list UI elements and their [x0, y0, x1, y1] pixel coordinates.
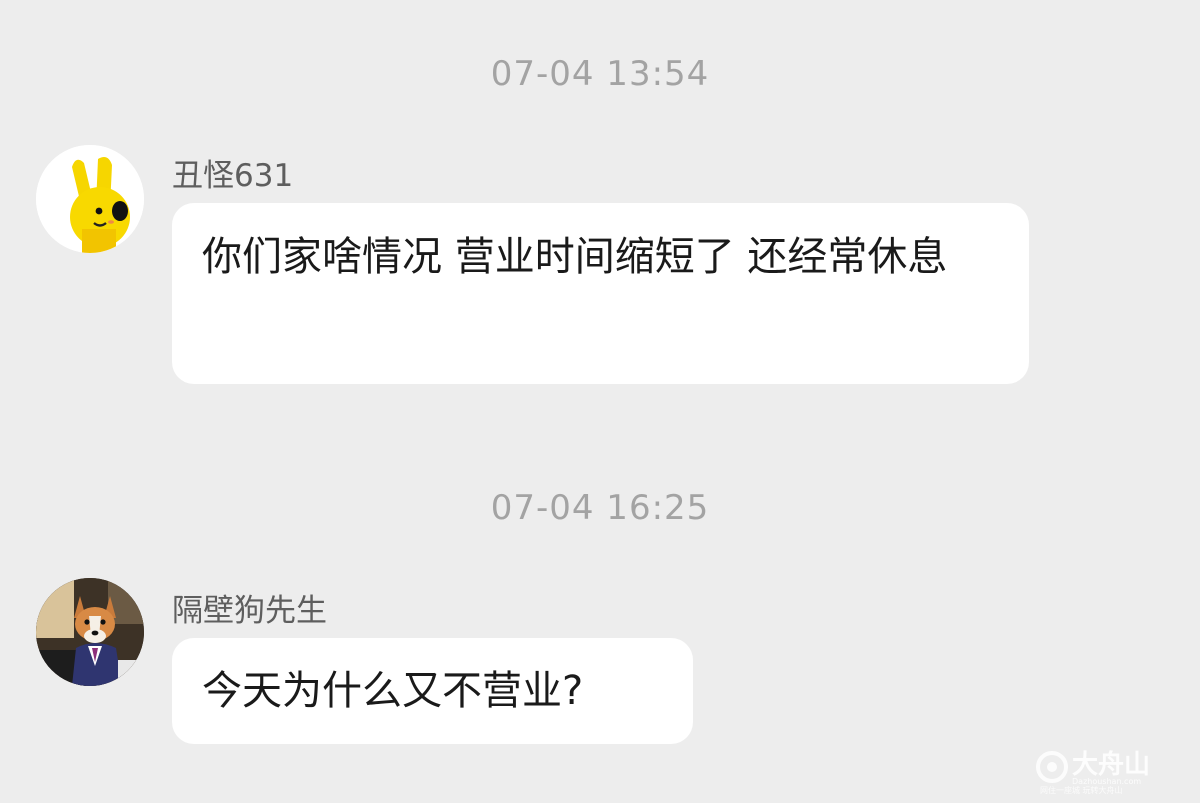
message-text: 你们家啥情况 营业时间缩短了 还经常休息: [202, 234, 948, 280]
watermark-logo-icon: [1036, 751, 1068, 783]
avatar[interactable]: [36, 578, 144, 686]
message-text: 今天为什么又不营业?: [202, 668, 584, 714]
watermark-brand: 大舟山: [1072, 750, 1150, 780]
sender-name: 丑怪631: [172, 158, 294, 194]
yellow-hand-mascot-icon: [36, 145, 144, 253]
watermark-logo: 大舟山 Dazhoushan.com 网住一座城 玩转大舟山: [1032, 745, 1182, 795]
watermark-site: Dazhoushan.com: [1072, 777, 1141, 786]
message-timestamp: 07-04 13:54: [490, 54, 710, 94]
sender-name: 隔壁狗先生: [172, 593, 327, 629]
message-timestamp: 07-04 16:25: [490, 488, 710, 528]
message-bubble[interactable]: 今天为什么又不营业?: [172, 638, 693, 744]
watermark-slogan: 网住一座城 玩转大舟山: [1040, 785, 1123, 795]
avatar[interactable]: [36, 145, 144, 253]
message-bubble[interactable]: 你们家啥情况 营业时间缩短了 还经常休息: [172, 203, 1029, 384]
corgi-in-suit-icon: [36, 578, 144, 686]
